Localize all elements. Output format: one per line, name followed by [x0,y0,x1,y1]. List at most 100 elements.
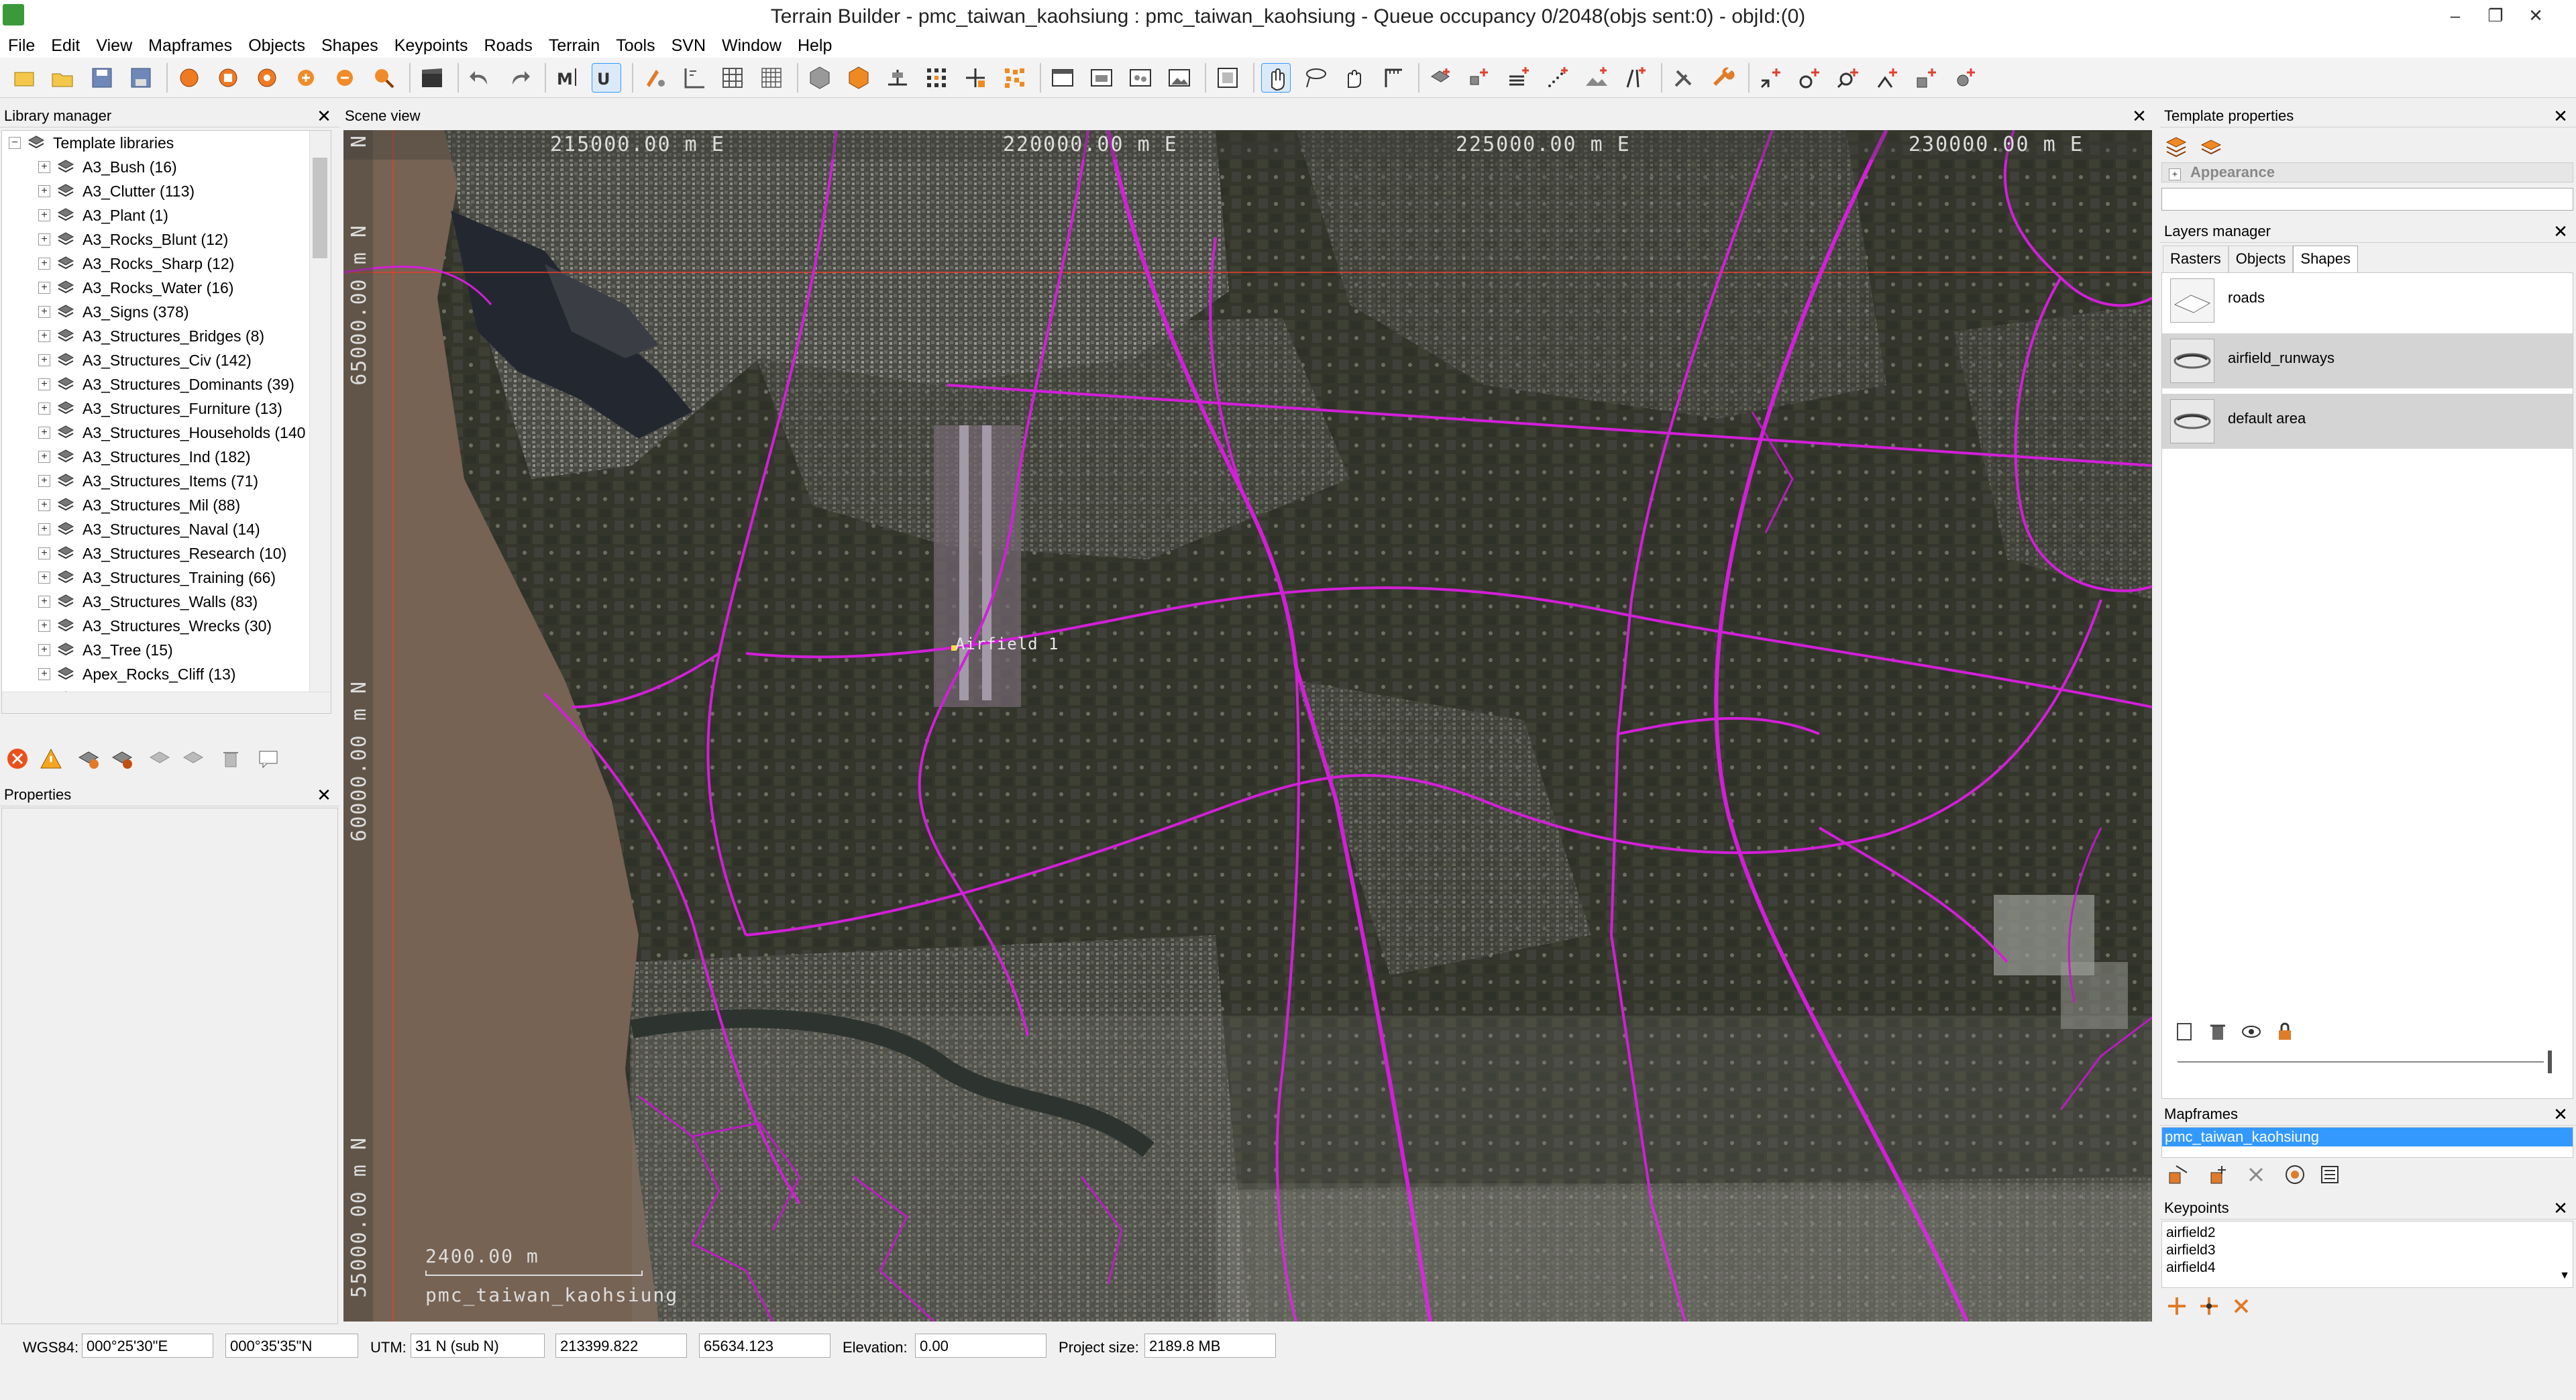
expand-icon[interactable]: + [38,185,50,197]
mapframe-edit-icon[interactable] [2208,1163,2231,1186]
insert-line-icon[interactable] [1504,63,1534,93]
library-item[interactable]: + A3_Plant (1) [2,203,331,227]
menu-view[interactable]: View [88,34,140,58]
library-item[interactable]: + A3_Structures_Naval (14) [2,517,331,541]
library-item[interactable]: + A3_Structures_Research (10) [2,541,331,566]
mapframe-item[interactable]: pmc_taiwan_kaohsiung [2162,1128,2573,1146]
new-layer-icon[interactable] [2174,1021,2195,1042]
mapframe-icon[interactable] [252,63,282,93]
expand-icon[interactable]: + [38,209,50,221]
wrench-icon[interactable] [1708,63,1737,93]
menu-help[interactable]: Help [790,34,840,58]
mapframe-add-icon[interactable] [2167,1163,2190,1186]
mapframe-delete-icon[interactable] [2245,1163,2267,1186]
expand-icon[interactable]: + [38,330,50,342]
expand-icon[interactable]: + [38,596,50,608]
library-item[interactable]: + A3_Signs (378) [2,300,331,324]
close-button[interactable]: ✕ [2516,0,2556,31]
select-area-icon[interactable] [174,63,204,93]
insert-terrain-icon[interactable] [1582,63,1611,93]
layer-opacity-slider-handle[interactable] [2548,1051,2552,1073]
menu-file[interactable]: File [0,34,43,58]
expand-icon[interactable]: + [38,378,50,390]
keypoint-item[interactable]: airfield2 [2166,1224,2569,1242]
expand-icon[interactable]: + [38,451,50,463]
tab-shapes[interactable]: Shapes [2293,246,2359,272]
hand-select-icon[interactable] [1261,62,1291,93]
align-objects-icon[interactable] [883,63,912,93]
object-cube-icon[interactable] [805,63,835,93]
menu-mapframes[interactable]: Mapframes [140,34,240,58]
zoom-extents-icon[interactable] [369,63,398,93]
maximize-button[interactable]: ❐ [2475,0,2516,31]
object-grid-icon[interactable] [922,63,951,93]
save-as-icon[interactable] [126,63,156,93]
menu-shapes[interactable]: Shapes [313,34,386,58]
tab-objects[interactable]: Objects [2228,246,2294,272]
properties-close-icon[interactable]: ✕ [313,784,335,806]
expand-icon[interactable]: + [38,499,50,511]
window-images-icon[interactable] [1126,63,1155,93]
library-refresh-icon[interactable] [181,747,205,771]
menu-keypoints[interactable]: Keypoints [386,34,476,58]
library-item[interactable]: + A3_Structures_Bridges (8) [2,324,331,348]
eye-icon[interactable] [2241,1021,2262,1042]
library-item[interactable]: + A3_Structures_Civ (142) [2,348,331,372]
zoom-out-icon[interactable] [330,63,360,93]
layer-opacity-slider-track[interactable] [2178,1061,2544,1063]
unmark-icon[interactable]: U [592,62,621,93]
library-item[interactable]: + A3_Tree (15) [2,638,331,662]
template-property-field[interactable] [2161,188,2573,211]
insert-points-icon[interactable] [1543,63,1572,93]
expand-icon[interactable]: + [38,161,50,173]
elevation-field[interactable]: 0.00 [915,1334,1046,1358]
zoom-in-icon[interactable] [291,63,321,93]
hand-move-icon[interactable] [1339,63,1368,93]
latitude-field[interactable]: 000°35'35"N [225,1334,358,1358]
road-search-icon[interactable] [1834,63,1864,93]
airfield-label[interactable]: Airfield 1 [955,635,1059,653]
menu-objects[interactable]: Objects [240,34,313,58]
library-item[interactable]: + A3_Bush (16) [2,155,331,179]
expand-icon[interactable]: + [38,523,50,535]
save-icon[interactable] [87,63,117,93]
snap-icon[interactable] [640,63,669,93]
expand-icon[interactable]: + [38,427,50,439]
grid-icon[interactable] [718,63,747,93]
collapse-icon[interactable]: − [9,137,21,149]
project-size-field[interactable]: 2189.8 MB [1144,1334,1276,1358]
keypoints-scroll-down-icon[interactable]: ▼ [2559,1267,2570,1285]
road-node-icon[interactable] [1795,63,1825,93]
lasso-icon[interactable] [1300,63,1330,93]
library-item[interactable]: + A3_Structures_Ind (182) [2,445,331,469]
library-item[interactable]: + A3_Structures_Mil (88) [2,493,331,517]
mapframes-close-icon[interactable]: ✕ [2549,1103,2572,1126]
expand-icon[interactable]: + [38,282,50,294]
new-project-icon[interactable] [9,63,39,93]
library-item[interactable]: + A3_Rocks_Water (16) [2,276,331,300]
expand-icon[interactable]: + [38,354,50,366]
insert-object-icon[interactable] [1426,63,1456,93]
expand-icon[interactable]: + [38,668,50,680]
keypoint-move-icon[interactable] [2198,1295,2220,1317]
expand-icon[interactable]: + [2169,168,2181,180]
expand-icon[interactable]: + [38,620,50,632]
expand-icon[interactable]: + [38,402,50,415]
library-vertical-scrollbar[interactable] [309,131,331,692]
library-horizontal-scrollbar[interactable] [2,692,331,713]
add-library-icon[interactable] [76,747,101,771]
scroll-thumb[interactable] [313,158,327,258]
comment-icon[interactable] [256,747,280,771]
library-item[interactable]: + A3_Structures_Dominants (39) [2,372,331,396]
insert-cluster-icon[interactable] [1465,63,1495,93]
window-icon[interactable] [1048,63,1077,93]
mark-icon[interactable]: M [553,63,582,93]
object-snap-icon[interactable] [961,63,990,93]
template-stack-icon[interactable] [2199,134,2223,158]
keypoint-item[interactable]: airfield4 [2166,1259,2569,1277]
keypoint-delete-icon[interactable] [2230,1295,2253,1317]
library-item[interactable]: + A3_Structures_Items (71) [2,469,331,493]
expand-icon[interactable]: + [38,547,50,559]
road-settings-icon[interactable] [1951,63,1980,93]
easting-field[interactable]: 213399.822 [555,1334,687,1358]
